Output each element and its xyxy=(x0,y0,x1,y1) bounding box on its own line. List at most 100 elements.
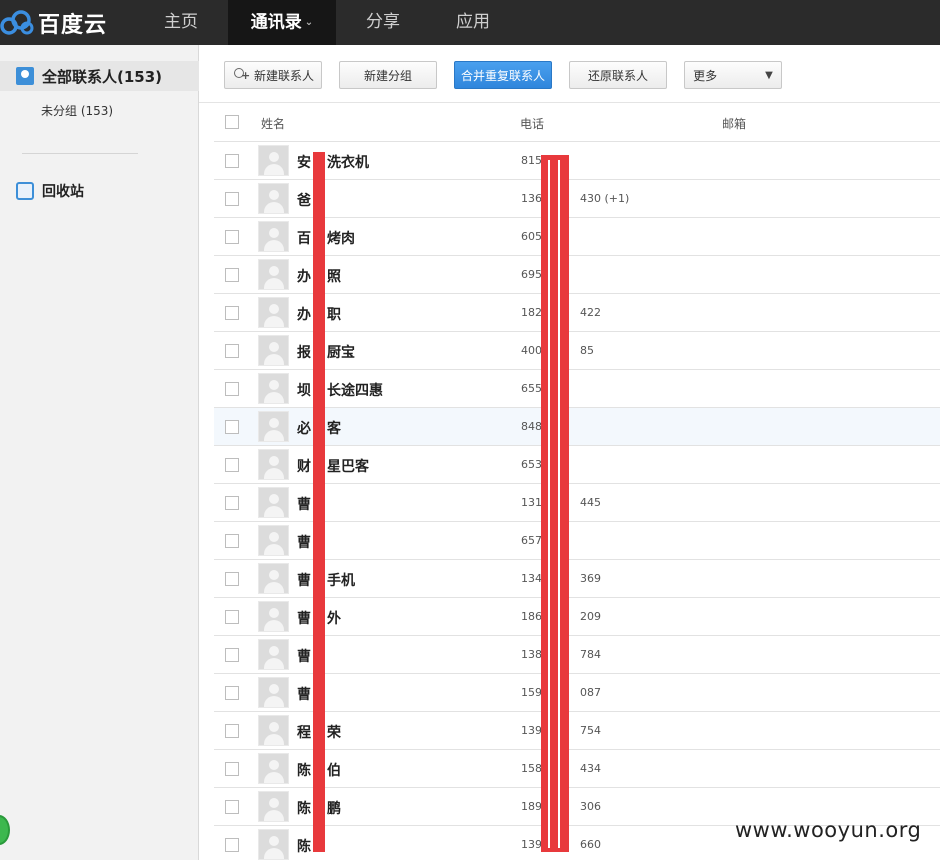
row-checkbox[interactable] xyxy=(225,306,239,320)
row-checkbox[interactable] xyxy=(225,496,239,510)
brand-name: 百度云 xyxy=(38,12,108,38)
sidebar-item-label: 回收站 xyxy=(42,184,84,200)
recycle-icon xyxy=(16,182,34,200)
avatar xyxy=(258,715,289,746)
phone-visible-start: 134 xyxy=(521,572,542,585)
contact-name-visible-end: 洗衣机 xyxy=(327,155,369,171)
phone-visible-start: 815 xyxy=(521,154,542,167)
contact-name-visible-start: 坝 xyxy=(297,383,311,399)
add-user-icon xyxy=(232,67,250,83)
header-email[interactable]: 邮箱 xyxy=(722,115,746,132)
row-checkbox[interactable] xyxy=(225,192,239,206)
avatar xyxy=(258,297,289,328)
phone-visible-end: 445 xyxy=(580,496,601,509)
row-checkbox[interactable] xyxy=(225,154,239,168)
contact-name-visible-start: 曹 xyxy=(297,497,311,513)
phone-visible-end: 430 (+1) xyxy=(580,192,630,205)
row-checkbox[interactable] xyxy=(225,686,239,700)
caret-down-icon: ▼ xyxy=(765,69,773,81)
phone-visible-start: 653 xyxy=(521,458,542,471)
phone-visible-start: 657 xyxy=(521,534,542,547)
phone-visible-start: 138 xyxy=(521,648,542,661)
brand-logo[interactable]: 百度云 xyxy=(0,0,150,45)
avatar xyxy=(258,183,289,214)
row-checkbox[interactable] xyxy=(225,572,239,586)
contact-name-visible-end: 荣 xyxy=(327,725,341,741)
nav-share[interactable]: 分享 xyxy=(350,0,416,45)
nav-share-label: 分享 xyxy=(366,12,400,32)
contact-name[interactable]: 财星巴客 xyxy=(297,456,369,476)
nav-apps[interactable]: 应用 xyxy=(440,0,506,45)
sidebar-item-recycle-bin[interactable]: 回收站 xyxy=(16,181,84,201)
sidebar-item-ungrouped[interactable]: 未分组 (153) xyxy=(41,102,113,119)
sidebar: 全部联系人(153) 未分组 (153) 回收站 xyxy=(0,45,199,860)
avatar xyxy=(258,411,289,442)
row-checkbox[interactable] xyxy=(225,458,239,472)
merge-duplicates-label: 合并重复联系人 xyxy=(460,68,545,83)
avatar xyxy=(258,639,289,670)
phone-visible-start: 655 xyxy=(521,382,542,395)
sidebar-item-label: 全部联系人(153) xyxy=(42,67,163,86)
phone-visible-start: 139 xyxy=(521,724,542,737)
row-checkbox[interactable] xyxy=(225,838,239,852)
merge-duplicates-button[interactable]: 合并重复联系人 xyxy=(454,61,552,89)
contact-name-visible-end: 伯 xyxy=(327,763,341,779)
nav-home[interactable]: 主页 xyxy=(148,0,214,45)
row-checkbox[interactable] xyxy=(225,800,239,814)
row-checkbox[interactable] xyxy=(225,382,239,396)
avatar xyxy=(258,791,289,822)
phone-visible-start: 695 xyxy=(521,268,542,281)
row-checkbox[interactable] xyxy=(225,268,239,282)
contact-name[interactable]: 报厨宝 xyxy=(297,342,355,362)
header-name[interactable]: 姓名 xyxy=(261,115,285,132)
row-checkbox[interactable] xyxy=(225,762,239,776)
contact-name[interactable]: 曹手机 xyxy=(297,570,355,590)
phone-visible-start: 848 xyxy=(521,420,542,433)
contact-card-icon xyxy=(16,67,34,85)
row-checkbox[interactable] xyxy=(225,534,239,548)
contact-name[interactable]: 安洗衣机 xyxy=(297,152,369,172)
contact-name-visible-end: 照 xyxy=(327,269,341,285)
contact-name-visible-start: 百 xyxy=(297,231,311,247)
contact-name-visible-end: 长途四惠 xyxy=(327,383,383,399)
contact-name-visible-end: 客 xyxy=(327,421,341,437)
avatar xyxy=(258,601,289,632)
contact-name[interactable]: 坝长途四惠 xyxy=(297,380,383,400)
avatar xyxy=(258,829,289,860)
new-group-button[interactable]: 新建分组 xyxy=(339,61,437,89)
row-checkbox[interactable] xyxy=(225,610,239,624)
new-contact-button[interactable]: 新建联系人 xyxy=(224,61,322,89)
phone-visible-end: 660 xyxy=(580,838,601,851)
phone-visible-start: 158 xyxy=(521,762,542,775)
contact-name-visible-start: 曹 xyxy=(297,611,311,627)
nav-contacts[interactable]: 通讯录 ⌄ xyxy=(228,0,336,45)
row-checkbox[interactable] xyxy=(225,344,239,358)
avatar xyxy=(258,753,289,784)
contact-name[interactable]: 百烤肉 xyxy=(297,228,355,248)
phone-visible-end: 754 xyxy=(580,724,601,737)
contact-name-visible-start: 安 xyxy=(297,155,311,171)
row-checkbox[interactable] xyxy=(225,230,239,244)
redaction-bar-highlight xyxy=(548,160,560,848)
contact-name-visible-start: 曹 xyxy=(297,687,311,703)
row-checkbox[interactable] xyxy=(225,648,239,662)
contact-name-visible-start: 财 xyxy=(297,459,311,475)
phone-visible-end: 85 xyxy=(580,344,594,357)
new-group-label: 新建分组 xyxy=(363,68,412,83)
avatar xyxy=(258,563,289,594)
sidebar-item-all-contacts[interactable]: 全部联系人(153) xyxy=(0,61,199,91)
restore-contacts-button[interactable]: 还原联系人 xyxy=(569,61,667,89)
contact-name-visible-start: 陈 xyxy=(297,801,311,817)
contact-name-visible-end: 烤肉 xyxy=(327,231,355,247)
select-all-checkbox[interactable] xyxy=(225,115,239,129)
row-checkbox[interactable] xyxy=(225,420,239,434)
header-phone[interactable]: 电话 xyxy=(520,115,544,132)
contact-name-visible-start: 曹 xyxy=(297,535,311,551)
avatar xyxy=(258,259,289,290)
avatar xyxy=(258,145,289,176)
more-label: 更多 xyxy=(693,68,718,83)
phone-visible-start: 131 xyxy=(521,496,542,509)
contact-name-visible-end: 厨宝 xyxy=(327,345,355,361)
more-dropdown[interactable]: 更多 ▼ xyxy=(684,61,782,89)
row-checkbox[interactable] xyxy=(225,724,239,738)
